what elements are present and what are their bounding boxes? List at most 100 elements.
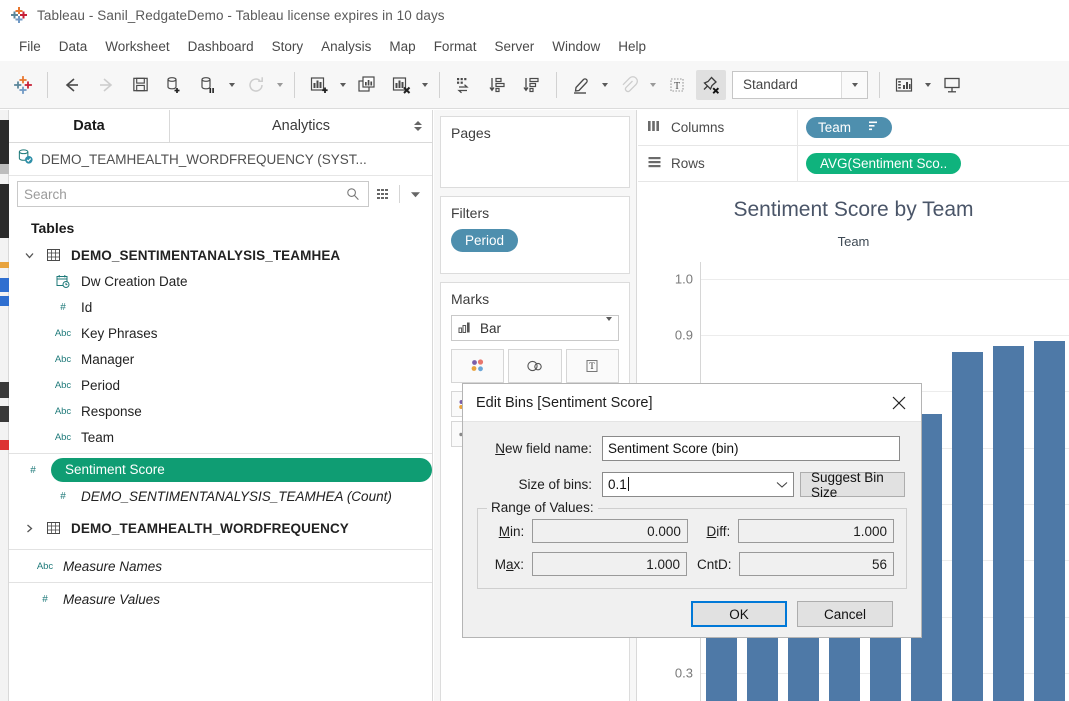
pill-label: Team [818,120,852,135]
chevron-down-icon[interactable] [841,71,867,98]
database-plus-icon[interactable] [159,70,189,100]
tableau-logo-icon[interactable] [8,70,38,100]
field-manager[interactable]: Abc Manager [9,346,432,372]
cntd-label: CntD: [697,556,732,572]
new-worksheet-dropdown[interactable] [336,71,350,99]
pane-resize-icon[interactable] [414,121,422,131]
mark-type-selector[interactable]: Bar [451,315,619,341]
color-dots-icon[interactable] [451,349,505,383]
column-pill-team[interactable]: Team [806,117,893,138]
chevron-right-icon[interactable] [23,524,35,533]
clear-sheet-icon[interactable] [386,70,416,100]
show-me-dropdown[interactable] [921,71,935,99]
menu-data[interactable]: Data [50,36,97,57]
menu-help[interactable]: Help [609,36,655,57]
grid-view-icon[interactable] [375,185,393,203]
chevron-down-icon[interactable] [23,252,35,259]
bar[interactable] [951,352,984,701]
pause-updates-dropdown[interactable] [225,71,239,99]
pages-card[interactable]: Pages [440,116,630,188]
table-demo-sentimentanalysis[interactable]: DEMO_SENTIMENTANALYSIS_TEAMHEA [9,242,432,268]
new-worksheet-icon[interactable] [304,70,334,100]
arrow-right-icon[interactable] [91,70,121,100]
columns-shelf-content[interactable]: Team [798,117,1069,138]
text-label-icon[interactable]: T [565,349,619,383]
rows-shelf-content[interactable]: AVG(Sentiment Sco.. [798,153,1069,174]
show-mark-labels-icon[interactable]: T [662,70,692,100]
menu-window[interactable]: Window [543,36,609,57]
suggest-bin-size-button[interactable]: Suggest Bin Size [800,470,905,500]
refresh-icon[interactable] [241,70,271,100]
cancel-button[interactable]: Cancel [797,601,893,627]
chevron-down-icon[interactable] [771,481,793,489]
bar[interactable] [992,346,1025,701]
max-input[interactable]: 1.000 [532,552,688,576]
filter-pill-period[interactable]: Period [451,229,519,252]
size-circles-icon[interactable] [508,349,562,383]
min-input[interactable]: 0.000 [532,519,688,543]
swap-rows-columns-icon[interactable] [449,70,479,100]
dialog-body: New field name: Sentiment Score (bin) Si… [463,422,921,627]
shelves: Columns Team Rows AVG(Sentiment Sco.. [638,110,1069,185]
diff-input[interactable]: 1.000 [738,519,895,543]
menu-analysis[interactable]: Analysis [312,36,380,57]
save-icon[interactable] [125,70,155,100]
tab-analytics[interactable]: Analytics [170,110,432,142]
divider [9,549,432,550]
size-of-bins-combobox[interactable]: 0.1 [602,472,794,497]
field-demo-sentimentanalysis-count[interactable]: # DEMO_SENTIMENTANALYSIS_TEAMHEA (Count) [9,483,432,509]
field-measure-values[interactable]: # Measure Values [9,586,432,612]
table-demo-teamhealth-wordfrequency[interactable]: DEMO_TEAMHEALTH_WORDFREQUENCY [9,515,432,541]
refresh-dropdown[interactable] [273,71,287,99]
bar[interactable] [1033,340,1066,701]
sort-ascending-icon[interactable] [483,70,513,100]
ok-button[interactable]: OK [691,601,787,627]
field-measure-names[interactable]: Abc Measure Names [9,553,432,579]
field-id[interactable]: # Id [9,294,432,320]
menu-dashboard[interactable]: Dashboard [179,36,263,57]
menu-worksheet[interactable]: Worksheet [96,36,178,57]
field-sentiment-score[interactable]: # Sentiment Score [9,457,432,483]
edit-bins-dialog[interactable]: Edit Bins [Sentiment Score] New field na… [462,383,922,638]
sort-icon[interactable] [867,120,880,135]
columns-shelf[interactable]: Columns Team [638,110,1069,146]
clear-sheet-dropdown[interactable] [418,71,432,99]
field-response[interactable]: Abc Response [9,398,432,424]
highlight-icon[interactable] [566,70,596,100]
field-key-phrases[interactable]: Abc Key Phrases [9,320,432,346]
new-field-name-row: New field name: Sentiment Score (bin) [477,436,907,461]
sort-descending-icon[interactable] [517,70,547,100]
duplicate-sheet-icon[interactable] [352,70,382,100]
menu-file[interactable]: File [10,36,50,57]
arrow-left-icon[interactable] [57,70,87,100]
chevron-down-icon[interactable] [606,316,612,336]
search-field[interactable] [24,186,344,202]
menu-map[interactable]: Map [380,36,424,57]
show-me-icon[interactable] [889,70,919,100]
fixed-axis-icon[interactable] [696,69,726,100]
attachment-dropdown[interactable] [646,71,660,99]
search-input[interactable] [17,181,369,207]
new-field-name-input[interactable]: Sentiment Score (bin) [602,436,900,461]
data-source-row[interactable]: DEMO_TEAMHEALTH_WORDFREQUENCY (SYST... [9,143,432,176]
field-dw-creation-date[interactable]: Dw Creation Date [9,268,432,294]
filters-card[interactable]: Filters Period [440,196,630,274]
chevron-down-icon[interactable] [406,185,424,203]
cntd-input[interactable]: 56 [739,552,894,576]
field-team[interactable]: Abc Team [9,424,432,450]
columns-label-text: Columns [671,120,725,135]
menu-format[interactable]: Format [425,36,486,57]
menu-server[interactable]: Server [485,36,543,57]
menu-story[interactable]: Story [263,36,313,57]
rows-shelf[interactable]: Rows AVG(Sentiment Sco.. [638,146,1069,182]
field-period[interactable]: Abc Period [9,372,432,398]
close-icon[interactable] [877,384,921,421]
row-pill-avg-sentiment-score[interactable]: AVG(Sentiment Sco.. [806,153,962,174]
highlight-dropdown[interactable] [598,71,612,99]
database-pause-icon[interactable] [193,70,223,100]
fit-selector[interactable]: Standard [732,70,868,99]
field-label: Dw Creation Date [81,273,188,289]
attachment-icon[interactable] [614,70,644,100]
presentation-mode-icon[interactable] [937,70,967,100]
tab-data[interactable]: Data [9,110,170,142]
